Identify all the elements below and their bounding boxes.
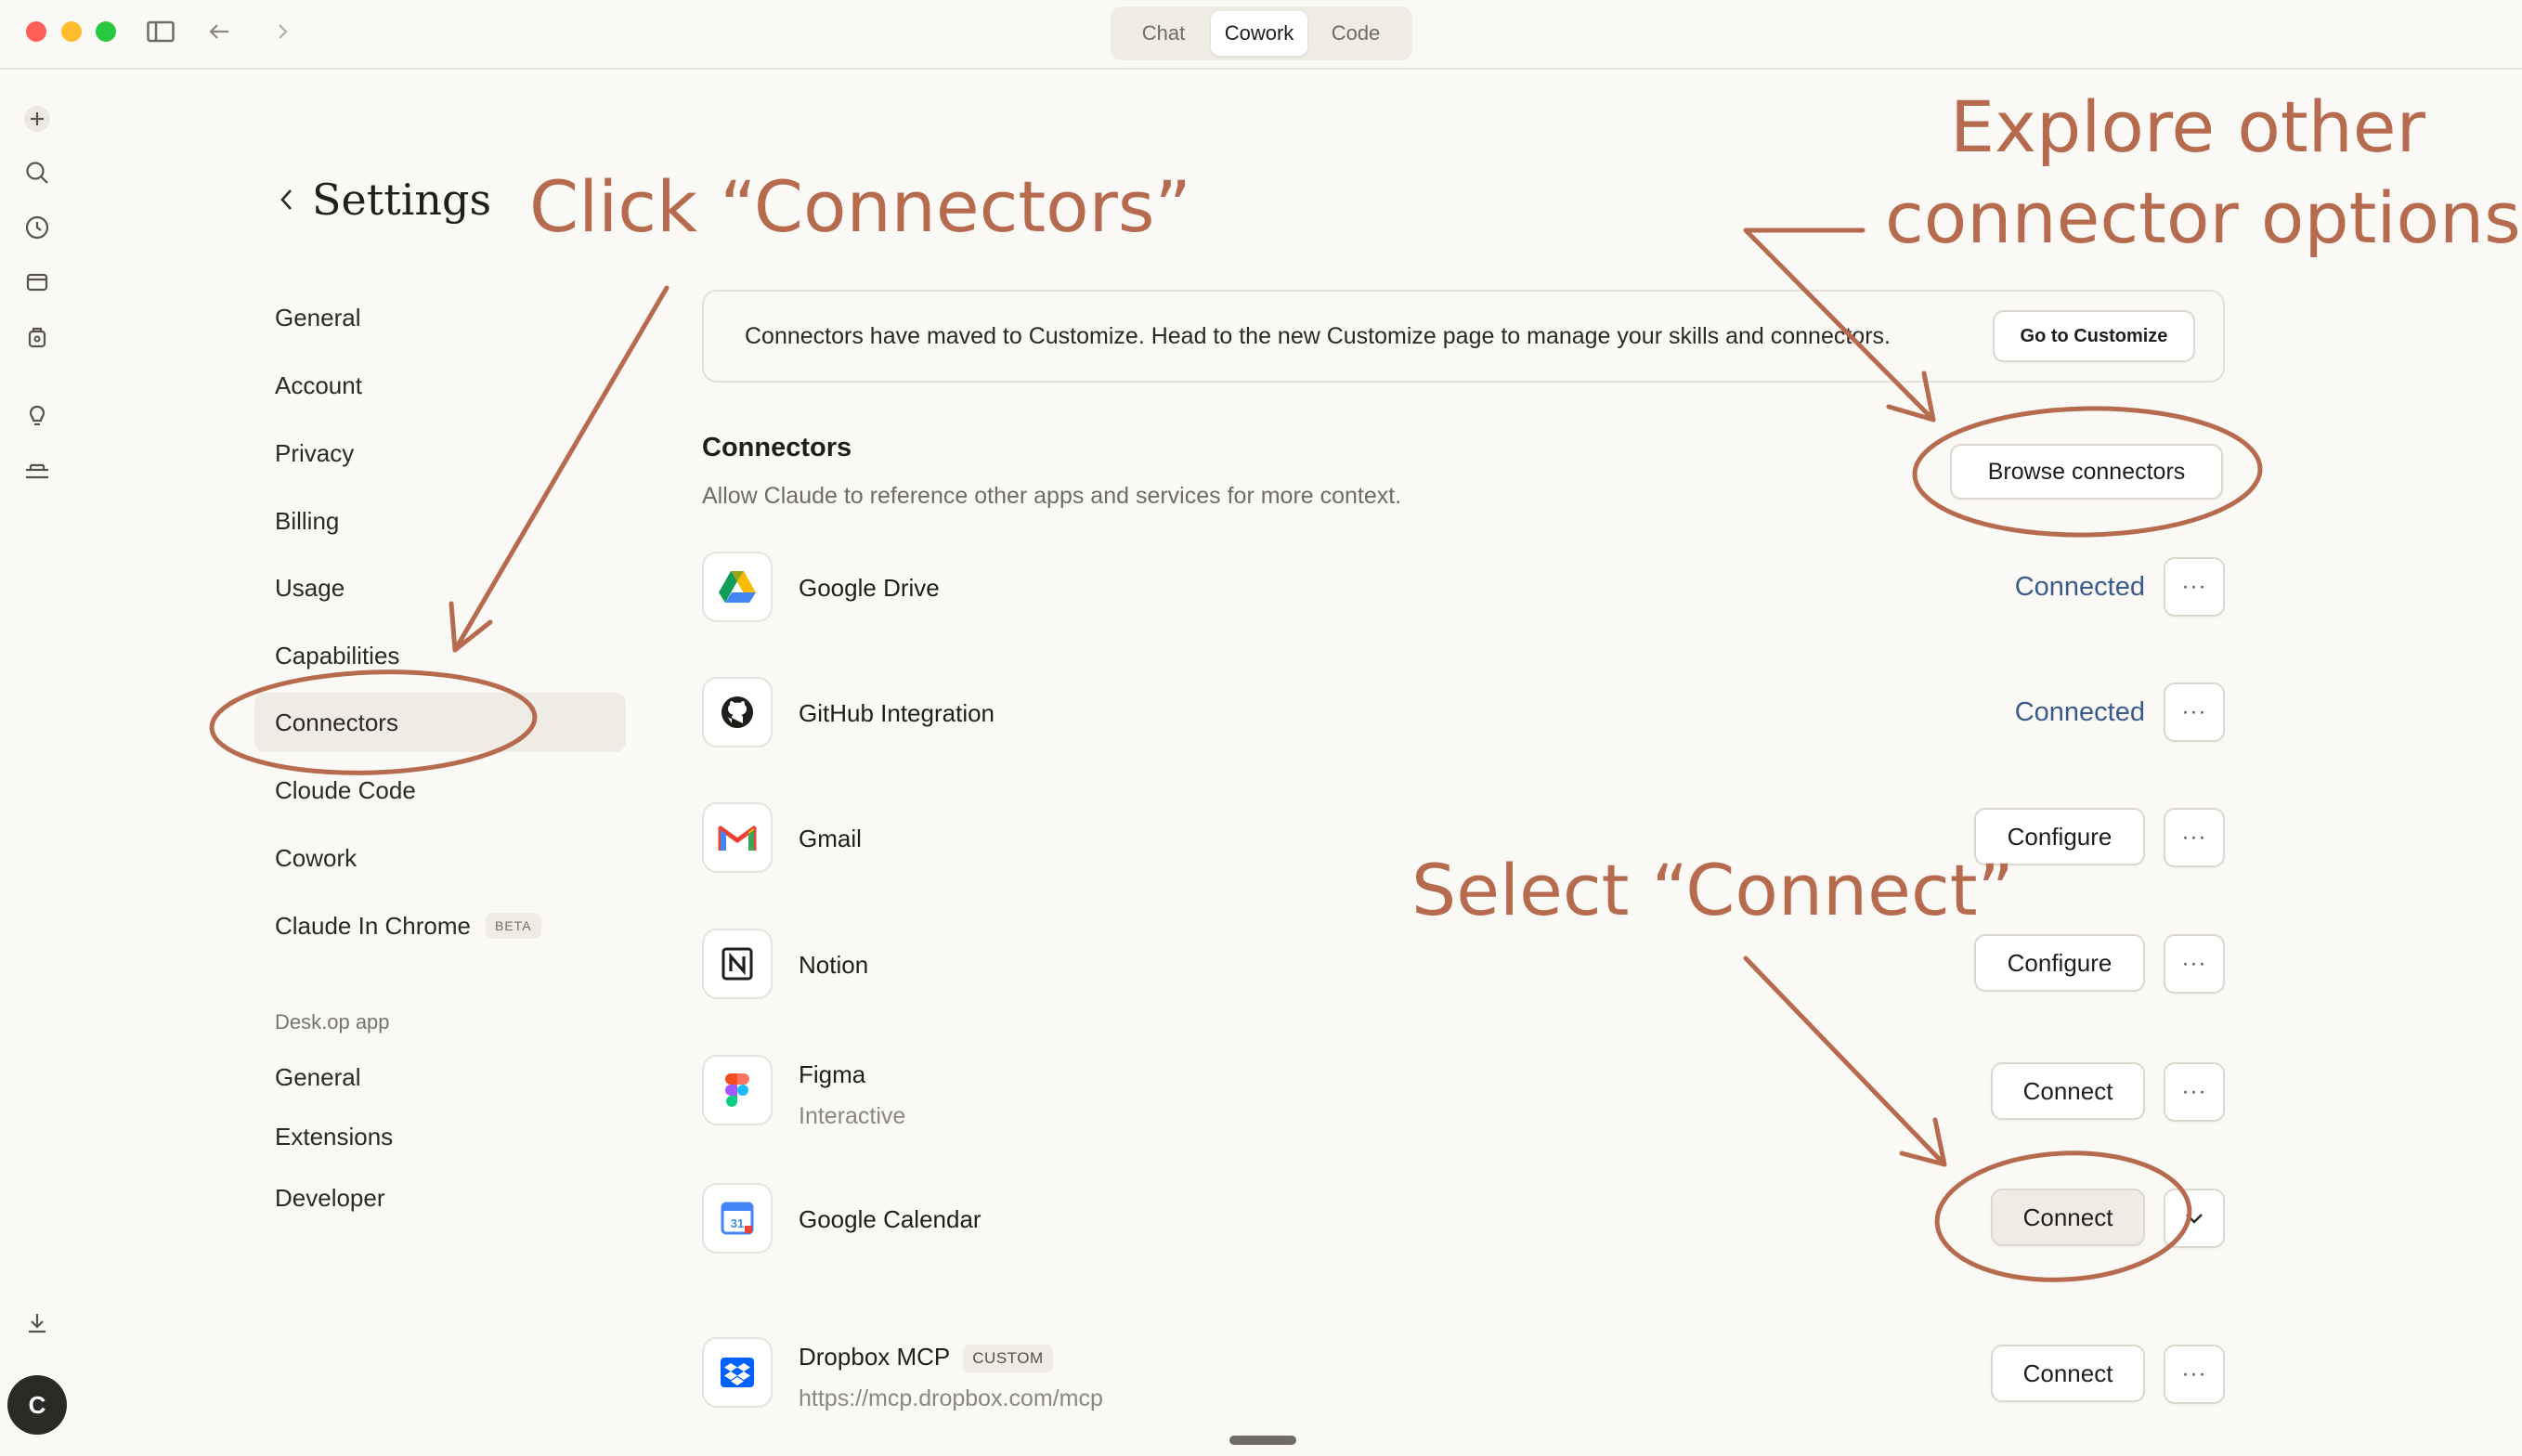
- sidebar-toggle-icon[interactable]: [144, 16, 177, 47]
- connector-name: GitHub Integration: [799, 699, 995, 727]
- svg-text:31: 31: [731, 1216, 744, 1230]
- sidebar-item-capabilities[interactable]: Capabilities: [254, 626, 626, 685]
- beta-badge: BETA: [486, 913, 541, 939]
- github-icon: [702, 677, 773, 748]
- more-options-button[interactable]: ···: [2164, 1345, 2225, 1404]
- lightbulb-icon[interactable]: [19, 397, 56, 435]
- window-icon[interactable]: [19, 264, 56, 301]
- annotation-explore-line2: connector options: [1885, 176, 2521, 259]
- sidebar-item-account[interactable]: Account: [254, 356, 626, 415]
- chevron-left-icon[interactable]: [277, 186, 295, 214]
- sidebar-item-desktop-general[interactable]: General: [254, 1047, 626, 1107]
- connectors-title: Connectors: [702, 433, 852, 462]
- avatar[interactable]: C: [7, 1375, 67, 1435]
- close-window-button[interactable]: [26, 21, 46, 42]
- maximize-window-button[interactable]: [96, 21, 116, 42]
- more-options-button[interactable]: ···: [2164, 934, 2225, 994]
- tools-icon[interactable]: [19, 452, 56, 489]
- clock-icon[interactable]: [19, 209, 56, 246]
- download-icon[interactable]: [19, 1305, 56, 1342]
- notion-icon: [702, 929, 773, 999]
- page-title: Settings: [312, 175, 492, 225]
- connector-name: Dropbox MCP CUSTOM: [799, 1343, 1053, 1373]
- sidebar-item-label: Claude In Chrome: [275, 911, 471, 940]
- plus-icon[interactable]: [19, 100, 56, 137]
- search-icon[interactable]: [19, 154, 56, 191]
- title-bar: Chat Cowork Code: [0, 0, 2522, 70]
- minimize-window-button[interactable]: [61, 21, 82, 42]
- annotation-explore-line1: Explore other: [1950, 85, 2425, 168]
- desktop-section-label: Desk.op app: [275, 1010, 390, 1034]
- connector-row-notion: Notion Configure ···: [702, 929, 2225, 1012]
- sidebar-item-developer[interactable]: Developer: [254, 1168, 626, 1228]
- connected-status: Connected: [2014, 572, 2145, 602]
- sidebar-item-general[interactable]: General: [254, 288, 626, 347]
- connect-button[interactable]: Connect: [1991, 1062, 2145, 1120]
- browse-connectors-button[interactable]: Browse connectors: [1950, 444, 2223, 500]
- connector-row-github: GitHub Integration Connected ···: [702, 677, 2225, 760]
- moved-notice-banner: Connectors have maved to Customize. Head…: [702, 290, 2225, 383]
- connector-name: Gmail: [799, 825, 862, 852]
- connector-name-label: Dropbox MCP: [799, 1343, 951, 1371]
- more-options-button[interactable]: ···: [2164, 557, 2225, 617]
- figma-icon: [702, 1055, 773, 1125]
- configure-button[interactable]: Configure: [1974, 934, 2145, 992]
- more-options-button[interactable]: ···: [2164, 808, 2225, 867]
- connect-button[interactable]: Connect: [1991, 1189, 2145, 1246]
- connector-row-figma: Figma Interactive Connect ···: [702, 1055, 2225, 1138]
- back-arrow-icon[interactable]: [202, 16, 236, 47]
- connector-name: Google Drive: [799, 574, 940, 602]
- connector-subtitle: Interactive: [799, 1103, 906, 1129]
- bag-icon[interactable]: [19, 318, 56, 356]
- sidebar-item-extensions[interactable]: Extensions: [254, 1107, 626, 1166]
- sidebar-item-cowork[interactable]: Cowork: [254, 828, 626, 888]
- tab-code[interactable]: Code: [1307, 11, 1404, 56]
- sidebar-item-privacy[interactable]: Privacy: [254, 423, 626, 483]
- sidebar-item-usage[interactable]: Usage: [254, 558, 626, 618]
- google-calendar-icon: 31: [702, 1183, 773, 1254]
- banner-text: Connectors have maved to Customize. Head…: [745, 322, 1891, 349]
- sidebar-item-connectors[interactable]: Connectors: [254, 693, 626, 752]
- connector-name: Notion: [799, 951, 869, 979]
- custom-badge: CUSTOM: [963, 1345, 1053, 1373]
- sidebar-item-claude-in-chrome[interactable]: Claude In Chrome BETA: [254, 896, 626, 956]
- connector-row-dropbox: Dropbox MCP CUSTOM https://mcp.dropbox.co…: [702, 1337, 2225, 1421]
- more-options-button[interactable]: ···: [2164, 682, 2225, 742]
- connector-row-google-calendar: 31 Google Calendar Connect: [702, 1183, 2225, 1267]
- forward-arrow-icon[interactable]: [267, 16, 301, 47]
- connectors-description: Allow Claude to reference other apps and…: [702, 483, 1402, 509]
- expand-dropdown-button[interactable]: [2164, 1189, 2225, 1248]
- dropbox-icon: [702, 1337, 773, 1408]
- settings-header: Settings: [277, 175, 491, 225]
- sidebar-item-claude-code[interactable]: Cloude Code: [254, 760, 626, 820]
- sidebar-item-billing[interactable]: Billing: [254, 491, 626, 551]
- more-options-button[interactable]: ···: [2164, 1062, 2225, 1122]
- gmail-icon: [702, 802, 773, 873]
- mode-switcher: Chat Cowork Code: [1111, 6, 1412, 60]
- tab-cowork[interactable]: Cowork: [1211, 11, 1307, 56]
- connector-name: Figma: [799, 1060, 866, 1088]
- tab-chat[interactable]: Chat: [1116, 11, 1211, 56]
- annotation-click-connectors: Click “Connectors”: [529, 165, 1191, 248]
- connector-url: https://mcp.dropbox.com/mcp: [799, 1385, 1103, 1411]
- connected-status: Connected: [2014, 697, 2145, 727]
- scroll-indicator[interactable]: [1229, 1436, 1296, 1445]
- annotation-select-connect: Select “Connect”: [1411, 849, 2014, 931]
- connector-row-google-drive: Google Drive Connected ···: [702, 552, 2225, 635]
- connect-button[interactable]: Connect: [1991, 1345, 2145, 1402]
- go-to-customize-button[interactable]: Go to Customize: [1993, 310, 2195, 362]
- google-drive-icon: [702, 552, 773, 622]
- connector-name: Google Calendar: [799, 1205, 982, 1233]
- chevron-down-icon: [2186, 1214, 2203, 1224]
